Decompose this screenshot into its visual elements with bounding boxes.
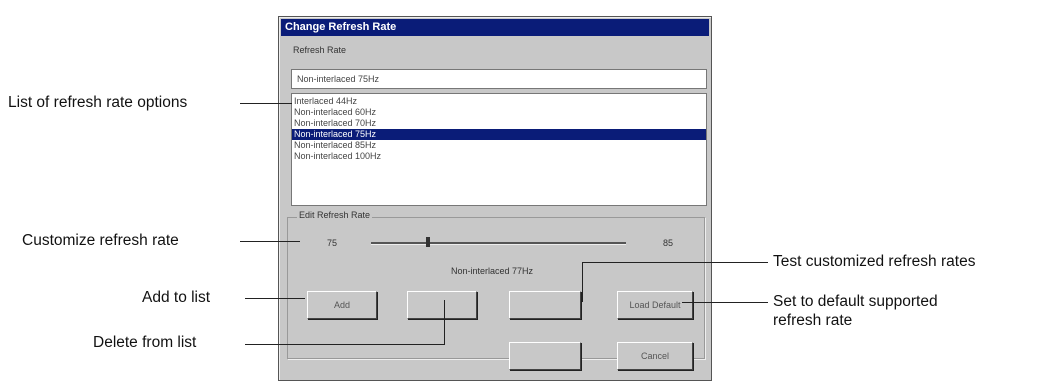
- refresh-rate-option[interactable]: Non-interlaced 100Hz: [292, 151, 706, 162]
- callout-add: Add to list: [142, 289, 211, 306]
- delete-button[interactable]: [407, 291, 477, 319]
- slider-min-label: 75: [327, 238, 338, 248]
- refresh-rate-option[interactable]: Interlaced 44Hz: [292, 96, 706, 107]
- load-default-button[interactable]: Load Default: [617, 291, 693, 319]
- leader-test-h: [582, 262, 768, 263]
- callout-delete: Delete from list: [93, 334, 197, 351]
- add-button[interactable]: Add: [307, 291, 377, 319]
- leader-default: [682, 302, 768, 303]
- refresh-rate-list[interactable]: Interlaced 44Hz Non-interlaced 60Hz Non-in…: [291, 93, 707, 206]
- refresh-slider-track[interactable]: [371, 242, 626, 245]
- ok-button[interactable]: [509, 342, 581, 370]
- leader-delete-h: [245, 344, 445, 345]
- edit-refresh-rate-group: [287, 217, 705, 359]
- callout-customize: Customize refresh rate: [22, 232, 179, 249]
- refresh-rate-label: Refresh Rate: [293, 45, 347, 55]
- refresh-slider-thumb[interactable]: [426, 237, 430, 247]
- leader-test-v: [582, 262, 583, 302]
- change-refresh-rate-dialog: Change Refresh Rate Refresh Rate Non-int…: [278, 16, 712, 381]
- refresh-rate-option[interactable]: Non-interlaced 85Hz: [292, 140, 706, 151]
- callout-test: Test customized refresh rates: [773, 253, 976, 270]
- cancel-button[interactable]: Cancel: [617, 342, 693, 370]
- leader-add: [245, 298, 305, 299]
- refresh-rate-option[interactable]: Non-interlaced 60Hz: [292, 107, 706, 118]
- slider-max-label: 85: [663, 238, 674, 248]
- test-button[interactable]: [509, 291, 581, 319]
- refresh-rate-current-field[interactable]: Non-interlaced 75Hz: [291, 69, 707, 89]
- refresh-rate-option[interactable]: Non-interlaced 75Hz: [292, 129, 706, 140]
- dialog-title: Change Refresh Rate: [281, 19, 709, 36]
- leader-delete-v: [444, 300, 445, 345]
- callout-default: Set to default supported refresh rate: [773, 292, 938, 331]
- callout-list-options: List of refresh rate options: [8, 94, 188, 111]
- slider-value-text: Non-interlaced 77Hz: [451, 266, 534, 276]
- edit-refresh-rate-label: Edit Refresh Rate: [297, 210, 373, 220]
- refresh-rate-option[interactable]: Non-interlaced 70Hz: [292, 118, 706, 129]
- leader-list-options: [240, 103, 292, 104]
- leader-customize: [240, 241, 300, 242]
- callout-default-line2: refresh rate: [773, 312, 853, 330]
- callout-default-line1: Set to default supported: [773, 293, 938, 310]
